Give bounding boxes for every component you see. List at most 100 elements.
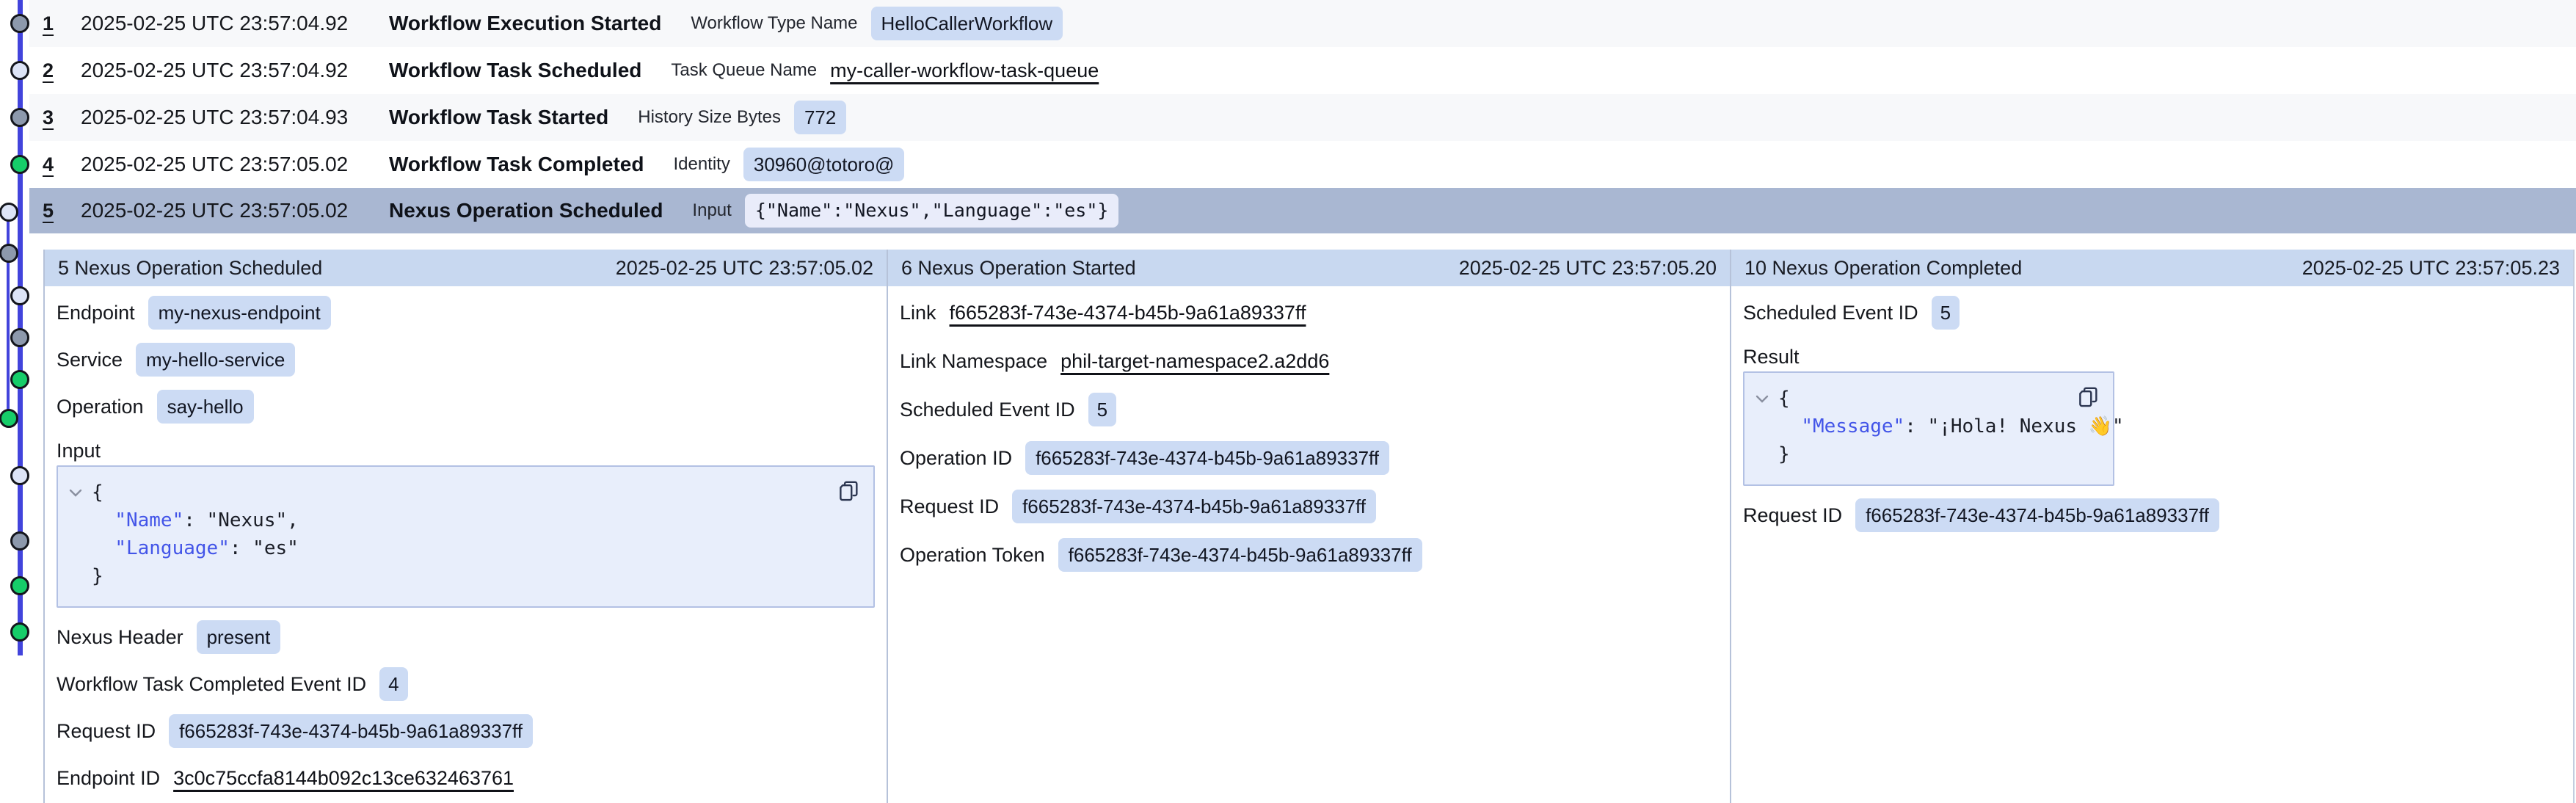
field-label: Endpoint <box>57 302 135 324</box>
json-text: : <box>230 534 252 562</box>
event-detail-title: 10 Nexus Operation Completed <box>1744 257 2022 280</box>
timeline-event-dot-4 <box>10 155 29 174</box>
field-label: Result <box>1743 346 1800 368</box>
event-timestamp: 2025-02-25 UTC 23:57:04.92 <box>81 59 389 82</box>
json-text: { <box>1778 385 1790 413</box>
timeline-event-dot-6 <box>0 244 18 263</box>
field-value-badge: f665283f-743e-4374-b45b-9a61a89337ff <box>1012 490 1376 523</box>
field-label: Request ID <box>1743 504 1842 527</box>
event-attribute-label: Workflow Type Name <box>691 13 857 34</box>
json-key: "Language" <box>114 534 230 562</box>
field-value-link[interactable]: phil-target-namespace2.a2dd6 <box>1060 350 1329 373</box>
timeline-event-dot-10 <box>0 409 18 428</box>
event-detail-timestamp: 2025-02-25 UTC 23:57:05.02 <box>616 257 873 280</box>
event-number-link[interactable]: 4 <box>43 153 81 176</box>
field-value-link[interactable]: 3c0c75ccfa8144b092c13ce632463761 <box>173 767 514 790</box>
code-indent <box>68 562 92 590</box>
event-timestamp: 2025-02-25 UTC 23:57:04.92 <box>81 12 389 35</box>
timeline-event-dot-12 <box>10 531 29 551</box>
event-detail-timestamp: 2025-02-25 UTC 23:57:05.20 <box>1459 257 1717 280</box>
timeline-event-dot-8 <box>10 328 29 347</box>
event-group-detail: 5 Nexus Operation Scheduled 2025-02-25 U… <box>43 250 2575 803</box>
json-text: : <box>183 506 206 534</box>
event-attribute-label: Input <box>692 200 731 221</box>
event-timestamp: 2025-02-25 UTC 23:57:04.93 <box>81 106 389 129</box>
json-text: "¡Hola! Nexus 👋" <box>1928 413 2124 440</box>
event-attribute-link[interactable]: my-caller-workflow-task-queue <box>830 59 1099 82</box>
field-value-link[interactable]: f665283f-743e-4374-b45b-9a61a89337ff <box>950 302 1306 324</box>
field-value-badge: present <box>197 620 281 654</box>
event-name: Workflow Task Completed <box>389 153 644 176</box>
json-text: , <box>287 506 299 534</box>
event-detail-header: 5 Nexus Operation Scheduled 2025-02-25 U… <box>45 250 887 286</box>
field-label: Service <box>57 349 123 371</box>
field-label: Nexus Header <box>57 626 183 649</box>
code-indent <box>68 534 92 562</box>
event-detail-panel: 10 Nexus Operation Completed 2025-02-25 … <box>1731 250 2573 803</box>
timeline-event-dot-1 <box>10 14 29 33</box>
json-key: "Message" <box>1801 413 1904 440</box>
field-value-badge: say-hello <box>157 390 254 424</box>
event-timestamp: 2025-02-25 UTC 23:57:05.02 <box>81 199 389 222</box>
json-text: } <box>1778 440 1790 468</box>
event-row[interactable]: 3 2025-02-25 UTC 23:57:04.93 Workflow Ta… <box>29 94 2576 141</box>
json-key: "Name" <box>114 506 183 534</box>
event-detail-title: 5 Nexus Operation Scheduled <box>58 257 322 280</box>
event-detail-header: 10 Nexus Operation Completed 2025-02-25 … <box>1731 250 2573 286</box>
event-number-link[interactable]: 1 <box>43 12 81 35</box>
field-value-badge: my-nexus-endpoint <box>148 296 331 330</box>
event-detail-header: 6 Nexus Operation Started 2025-02-25 UTC… <box>888 250 1730 286</box>
payload-code-block: { "Message": "¡Hola! Nexus 👋"} <box>1743 371 2114 486</box>
event-detail-panel: 6 Nexus Operation Started 2025-02-25 UTC… <box>888 250 1731 803</box>
json-text: "es" <box>252 534 299 562</box>
event-name: Workflow Execution Started <box>389 12 661 35</box>
field-label: Link <box>900 302 936 324</box>
event-row[interactable]: 2 2025-02-25 UTC 23:57:04.92 Workflow Ta… <box>29 47 2576 94</box>
code-indent <box>68 506 92 534</box>
field-label: Request ID <box>57 720 156 743</box>
event-number-link[interactable]: 5 <box>43 200 81 222</box>
field-label: Operation ID <box>900 447 1012 470</box>
event-number-link[interactable]: 2 <box>43 59 81 82</box>
event-attribute-label: Task Queue Name <box>671 60 817 81</box>
event-detail-title: 6 Nexus Operation Started <box>901 257 1136 280</box>
timeline-event-dot-13 <box>10 576 29 595</box>
timeline-event-dot-7 <box>10 286 29 305</box>
json-text: "Nexus" <box>207 506 288 534</box>
field-label: Endpoint ID <box>57 767 160 790</box>
timeline-event-dot-3 <box>10 108 29 127</box>
field-label: Request ID <box>900 495 999 518</box>
field-label: Input <box>57 440 101 462</box>
event-attribute-badge: 30960@totoro@ <box>743 148 905 181</box>
event-row[interactable]: 4 2025-02-25 UTC 23:57:05.02 Workflow Ta… <box>29 141 2576 188</box>
event-attribute-label: Identity <box>673 154 729 175</box>
field-label: Scheduled Event ID <box>1743 302 1918 324</box>
code-indent <box>1755 440 1778 468</box>
timeline-event-dot-2 <box>10 61 29 80</box>
chevron-down-icon[interactable] <box>1755 385 1778 413</box>
json-text: } <box>92 562 103 590</box>
event-name: Workflow Task Started <box>389 106 608 129</box>
event-attribute-label: History Size Bytes <box>638 107 781 128</box>
chevron-down-icon[interactable] <box>68 479 92 506</box>
timeline-event-dot-5 <box>0 203 18 222</box>
event-number-link[interactable]: 3 <box>43 106 81 129</box>
copy-icon[interactable] <box>2075 383 2101 413</box>
field-label: Workflow Task Completed Event ID <box>57 673 366 696</box>
event-timestamp: 2025-02-25 UTC 23:57:05.02 <box>81 153 389 176</box>
field-label: Link Namespace <box>900 350 1047 373</box>
field-label: Operation <box>57 396 144 418</box>
field-value-badge: f665283f-743e-4374-b45b-9a61a89337ff <box>1855 498 2219 532</box>
event-name: Nexus Operation Scheduled <box>389 199 663 222</box>
copy-icon[interactable] <box>835 477 862 506</box>
timeline-event-dot-14 <box>10 622 29 642</box>
event-history-list: 1 2025-02-25 UTC 23:57:04.92 Workflow Ex… <box>29 0 2576 233</box>
code-indent <box>1755 413 1778 440</box>
event-name: Workflow Task Scheduled <box>389 59 641 82</box>
event-row[interactable]: 5 2025-02-25 UTC 23:57:05.02 Nexus Opera… <box>29 188 2576 233</box>
json-text: : <box>1904 413 1927 440</box>
payload-code-block: { "Name": "Nexus", "Language": "es"} <box>57 465 875 608</box>
event-row[interactable]: 1 2025-02-25 UTC 23:57:04.92 Workflow Ex… <box>29 0 2576 47</box>
field-value-badge: my-hello-service <box>136 343 295 377</box>
field-value-badge: 5 <box>1932 296 1960 330</box>
